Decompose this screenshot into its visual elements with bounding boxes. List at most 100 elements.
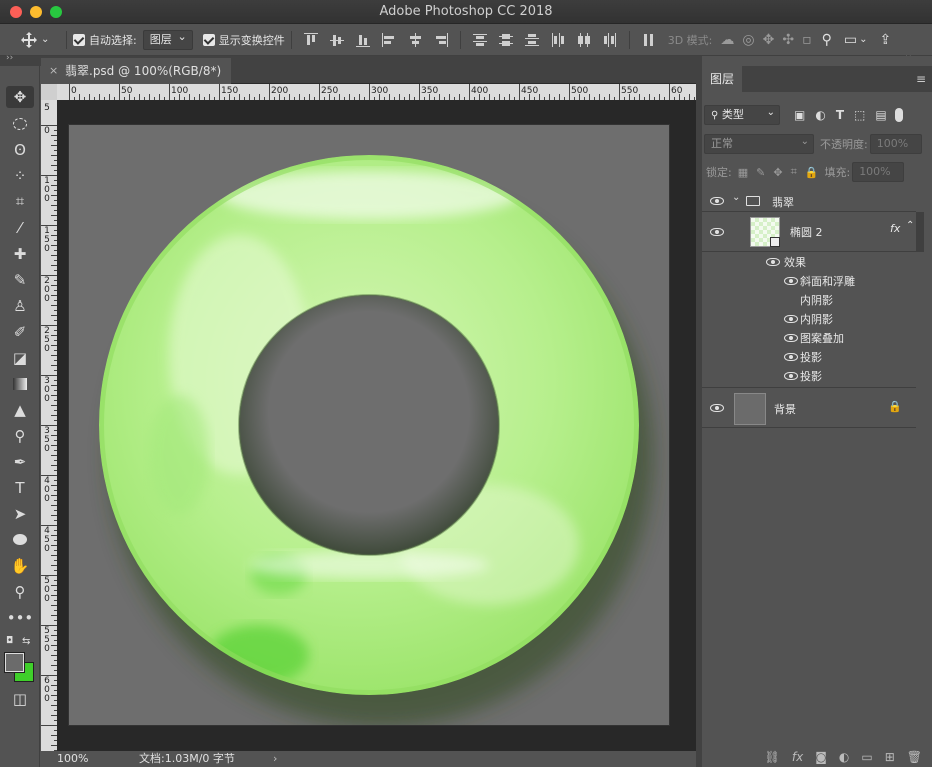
effect-row[interactable]: 投影 [702,367,916,386]
swap-colors-icon[interactable]: ⇆ [22,636,30,647]
close-window-button[interactable] [10,6,22,18]
default-colors-icon[interactable]: ◘ [6,636,13,646]
lock-artboard-icon[interactable]: ⌗ [791,165,797,179]
hand-tool-icon[interactable]: ✋ [6,555,34,577]
quick-selection-tool-icon[interactable]: ⁘ [6,165,34,187]
filter-type-icon[interactable]: T [836,108,844,122]
align-top-icon[interactable] [303,32,318,47]
vertical-ruler[interactable]: 5 0 100 150 200 250 300 350 400 450 500 550 600 [41,100,57,751]
document-info[interactable]: 文档:1.03M/0 字节 [139,751,235,767]
fx-badge[interactable]: fx [890,222,900,235]
filter-adjustment-icon[interactable]: ◐ [815,108,825,122]
distribute-vcenter-icon[interactable] [498,33,513,47]
blend-mode-dropdown[interactable]: 正常 ⌄ [704,134,814,154]
quick-mask-icon[interactable]: ◫ [6,688,34,710]
visibility-eye-icon[interactable] [710,404,724,412]
add-layer-style-icon[interactable]: fx [792,750,803,764]
canvas[interactable] [69,125,669,727]
3d-slide-icon[interactable]: ✣ [782,32,794,48]
history-brush-tool-icon[interactable]: ✐ [6,321,34,343]
distribute-left-icon[interactable] [551,32,565,47]
3d-roll-icon[interactable]: ◎ [742,32,754,48]
show-transform-checkbox[interactable]: 显示变换控件 [202,24,285,56]
new-group-icon[interactable]: ▭ [861,750,872,764]
auto-select-dropdown[interactable]: 图层 [142,28,193,50]
new-adjustment-icon[interactable]: ◐ [839,750,849,764]
pen-tool-icon[interactable]: ✒ [6,451,34,473]
add-mask-icon[interactable]: ◙ [815,750,827,764]
expand-toolbar-icon[interactable]: ›› [6,53,13,63]
type-tool-icon[interactable]: T [6,477,34,499]
new-layer-icon[interactable]: ⊞ [885,750,895,764]
align-right-icon[interactable] [434,32,448,47]
filter-shape-icon[interactable]: ⬚ [854,108,865,122]
ruler-corner[interactable] [41,84,57,100]
ellipse-tool-icon[interactable] [6,528,34,550]
canvas-area[interactable] [57,100,696,751]
auto-align-icon[interactable] [642,33,656,47]
clone-stamp-tool-icon[interactable]: ♙ [6,295,34,317]
layer-background[interactable]: 背景 🔒 [702,387,916,428]
search-icon[interactable]: ⚲ [822,32,832,48]
zoom-tool-icon[interactable]: ⚲ [6,581,34,603]
workspace-icon[interactable]: ▭ [844,32,857,48]
distribute-bottom-icon[interactable] [524,33,539,47]
effect-row[interactable]: 图案叠加 [702,329,916,348]
visibility-eye-icon[interactable] [710,197,724,205]
3d-orbit-icon[interactable]: ☁ [720,32,734,48]
tab-layers[interactable]: 图层 [702,66,742,92]
visibility-eye-icon[interactable] [784,372,798,380]
visibility-eye-icon[interactable] [784,353,798,361]
filter-toggle-switch[interactable] [894,108,903,122]
auto-select-checkbox[interactable]: 自动选择: [73,24,137,56]
chevron-down-icon[interactable]: ⌄ [859,34,867,45]
link-layers-icon[interactable]: ⛓ [765,750,780,764]
visibility-eye-icon[interactable] [784,334,798,342]
distribute-hcenter-icon[interactable] [577,32,591,47]
brush-tool-icon[interactable]: ✎ [6,269,34,291]
visibility-eye-icon[interactable] [766,258,780,266]
effect-row[interactable]: 斜面和浮雕 [702,272,916,291]
path-selection-tool-icon[interactable]: ➤ [6,503,34,525]
move-tool-preset[interactable]: ⌄ [20,24,60,56]
effects-row[interactable]: 效果 [702,253,916,272]
effect-row[interactable]: 内阴影 [702,291,916,310]
minimize-window-button[interactable] [30,6,42,18]
align-left-icon[interactable] [381,32,396,47]
tab-document[interactable]: × 翡翠.psd @ 100%(RGB/8*) [41,58,231,84]
align-vertical-center-icon[interactable] [329,33,344,47]
eraser-tool-icon[interactable]: ◪ [6,347,34,369]
fill-field[interactable]: 100% [852,162,905,182]
chevron-up-icon[interactable]: ⌃ [906,220,914,231]
lock-position-icon[interactable]: ✥ [773,166,782,179]
delete-layer-icon[interactable]: 🗑 [907,750,922,764]
foreground-color-swatch[interactable] [4,652,25,673]
zoom-level[interactable]: 100% [57,751,88,767]
marquee-tool-icon[interactable] [6,113,34,135]
effect-row[interactable]: 投影 [702,348,916,367]
lock-image-icon[interactable]: ✎ [756,166,765,179]
distribute-top-icon[interactable] [472,33,487,47]
layers-scrollbar[interactable] [916,212,924,252]
lock-transparent-icon[interactable]: ▦ [738,166,748,179]
edit-toolbar-icon[interactable]: ••• [6,607,34,629]
gradient-tool-icon[interactable] [6,373,34,395]
lock-icon[interactable]: 🔒 [888,400,902,413]
effect-row[interactable]: 内阴影 [702,310,916,329]
close-tab-icon[interactable]: × [49,58,58,84]
horizontal-ruler[interactable]: 0 50 100 150 200 250 300 350 400 450 500 550 60 [57,84,696,100]
lasso-tool-icon[interactable]: ʘ [6,139,34,161]
filter-pixel-icon[interactable]: ▣ [794,108,805,122]
distribute-right-icon[interactable] [603,32,617,47]
visibility-eye-icon[interactable] [784,277,798,285]
opacity-field[interactable]: 100% [869,134,922,154]
layer-ellipse[interactable]: 椭圆 2 fx ⌃ [702,212,916,252]
zoom-window-button[interactable] [50,6,62,18]
crop-tool-icon[interactable]: ⌗ [6,190,34,212]
visibility-eye-icon[interactable] [784,315,798,323]
dodge-tool-icon[interactable]: ⚲ [6,425,34,447]
layer-group[interactable]: ⌄ 翡翠 [702,191,916,212]
move-tool-icon[interactable]: ✥ [6,86,34,108]
3d-pan-icon[interactable]: ✥ [763,32,775,48]
chevron-down-icon[interactable]: ⌄ [732,192,740,203]
